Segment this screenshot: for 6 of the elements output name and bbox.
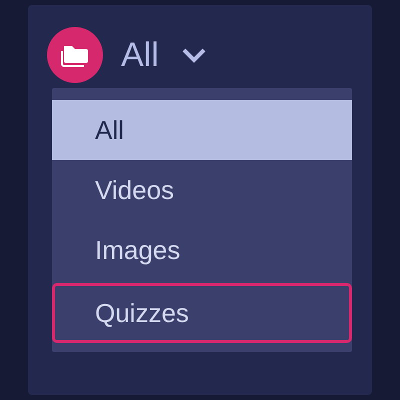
chevron-icon — [180, 47, 207, 63]
menu-item[interactable]: Videos — [52, 160, 352, 220]
filter-dropdown[interactable]: All — [121, 36, 207, 74]
menu-item[interactable]: Images — [52, 220, 352, 280]
menu-item[interactable]: Quizzes — [52, 283, 352, 343]
menu-item[interactable]: All — [52, 100, 352, 160]
